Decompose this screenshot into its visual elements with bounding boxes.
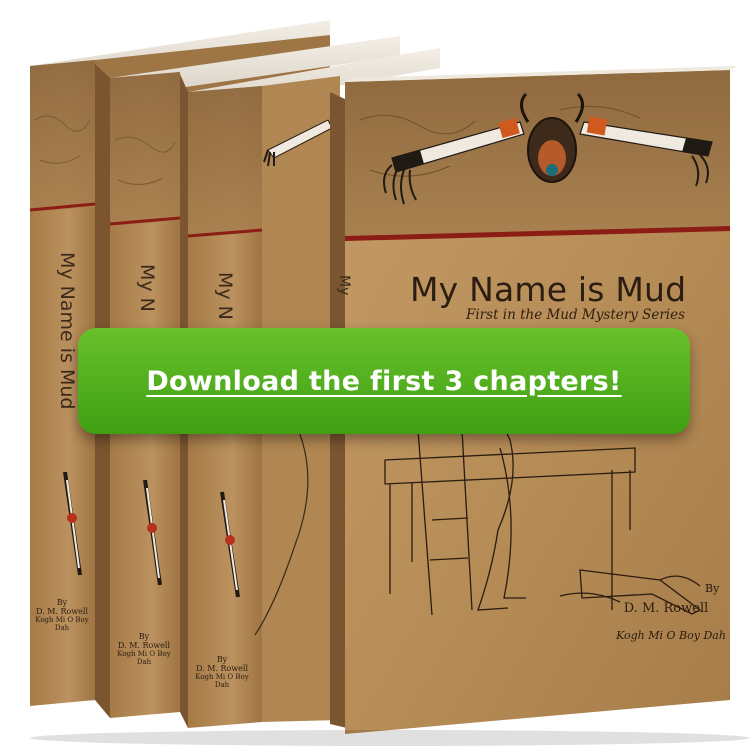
- book-stack-image: My Name is Mud My N My N My By D. M. Row…: [0, 0, 750, 750]
- spine-byline-1: By D. M. Rowell Kogh Mi O Boy Dah: [32, 598, 92, 632]
- download-chapters-link[interactable]: Download the first 3 chapters!: [146, 366, 621, 397]
- spine-byline-2: By D. M. Rowell Kogh Mi O Boy Dah: [112, 632, 176, 666]
- cover-author: D. M. Rowell: [623, 601, 709, 616]
- spine-byline-3: By D. M. Rowell Kogh Mi O Boy Dah: [190, 655, 254, 689]
- spine-title-2: My N: [136, 264, 158, 312]
- cover-author-alt: Kogh Mi O Boy Dah: [616, 629, 726, 642]
- spine-kogh-1: Kogh Mi O Boy Dah: [35, 616, 89, 632]
- download-chapters-button[interactable]: Download the first 3 chapters!: [78, 328, 690, 434]
- cover-title: My Name is Mud: [410, 270, 687, 309]
- spine-kogh-3: Kogh Mi O Boy Dah: [195, 673, 249, 689]
- spine-title-1: My Name is Mud: [56, 252, 78, 410]
- spine-author-2: D. M. Rowell: [117, 641, 171, 650]
- cover-by: By: [705, 582, 720, 595]
- spine-author-3: D. M. Rowell: [195, 664, 249, 673]
- spine-by-3: By: [216, 655, 228, 664]
- cover-subtitle: First in the Mud Mystery Series: [466, 307, 686, 323]
- spine-title-4: My: [336, 275, 352, 296]
- spine-by-1: By: [56, 598, 68, 607]
- spine-by-2: By: [138, 632, 150, 641]
- spine-title-3: My N: [214, 272, 236, 320]
- spine-kogh-2: Kogh Mi O Boy Dah: [117, 650, 171, 666]
- spine-author-1: D. M. Rowell: [35, 607, 89, 616]
